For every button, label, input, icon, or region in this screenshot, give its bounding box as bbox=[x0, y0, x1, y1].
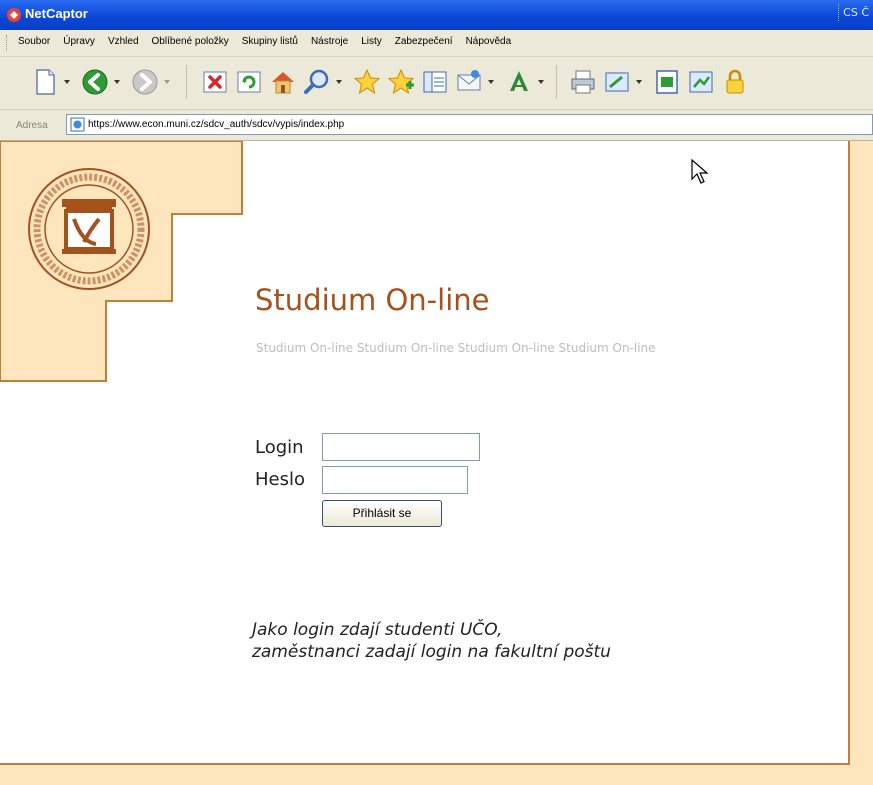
forward-dropdown-icon[interactable] bbox=[164, 79, 170, 85]
search-dropdown-icon[interactable] bbox=[336, 79, 342, 85]
menu-item-napoveda[interactable]: Nápověda bbox=[466, 36, 512, 47]
address-input[interactable]: https://www.econ.muni.cz/sdcv_auth/sdcv/… bbox=[66, 114, 873, 135]
refresh-icon[interactable] bbox=[234, 67, 264, 97]
menu-item-listy[interactable]: Listy bbox=[361, 36, 382, 47]
window-title: NetCaptor bbox=[25, 6, 88, 21]
back-icon[interactable] bbox=[80, 67, 110, 97]
address-bar: Adresa https://www.econ.muni.cz/sdcv_aut… bbox=[0, 110, 873, 141]
mouse-pointer-icon bbox=[690, 158, 710, 185]
bottom-border-strip bbox=[0, 763, 850, 785]
netcaptor-app-icon bbox=[6, 7, 22, 23]
new-page-icon[interactable] bbox=[30, 67, 60, 97]
edit-page-icon[interactable] bbox=[602, 67, 632, 97]
edit-dropdown-icon[interactable] bbox=[636, 79, 642, 85]
history-panel-icon[interactable] bbox=[420, 67, 450, 97]
menu-item-nastroje[interactable]: Nástroje bbox=[311, 36, 348, 47]
menu-item-oblibene[interactable]: Oblíbené položky bbox=[152, 36, 229, 47]
language-indicator[interactable]: CS Č bbox=[838, 4, 873, 21]
login-label: Login bbox=[255, 437, 304, 458]
menu-item-skupiny[interactable]: Skupiny listů bbox=[242, 36, 298, 47]
sync-icon[interactable] bbox=[686, 67, 716, 97]
address-url[interactable]: https://www.econ.muni.cz/sdcv_auth/sdcv/… bbox=[88, 119, 344, 130]
add-favorite-icon[interactable] bbox=[386, 67, 416, 97]
font-size-dropdown-icon[interactable] bbox=[538, 79, 544, 85]
menu-item-vzhled[interactable]: Vzhled bbox=[108, 36, 139, 47]
font-size-icon[interactable] bbox=[504, 67, 534, 97]
menu-bar: Soubor Úpravy Vzhled Oblíbené položky Sk… bbox=[0, 30, 873, 57]
login-input[interactable] bbox=[322, 433, 480, 461]
new-page-dropdown-icon[interactable] bbox=[64, 79, 70, 85]
search-icon[interactable] bbox=[302, 67, 332, 97]
address-label: Adresa bbox=[16, 120, 48, 131]
title-bar: NetCaptor CS Č bbox=[0, 0, 873, 30]
toolbar bbox=[0, 57, 873, 110]
toolbar-separator bbox=[186, 65, 187, 99]
page-globe-icon bbox=[70, 117, 85, 132]
web-page: Studium On-line Studium On-line Studium … bbox=[0, 141, 873, 785]
login-note: Jako login zdají studenti UČO, zaměstnan… bbox=[252, 619, 611, 663]
faculty-seal-logo bbox=[24, 164, 154, 294]
menu-item-soubor[interactable]: Soubor bbox=[18, 36, 50, 47]
right-border-strip bbox=[848, 141, 873, 785]
menu-item-upravy[interactable]: Úpravy bbox=[63, 36, 95, 47]
print-icon[interactable] bbox=[568, 67, 598, 97]
menu-item-zabezpeceni[interactable]: Zabezpečení bbox=[395, 36, 453, 47]
password-input[interactable] bbox=[322, 466, 468, 494]
page-heading: Studium On-line bbox=[255, 283, 490, 317]
forward-icon[interactable] bbox=[130, 67, 160, 97]
security-lock-icon[interactable] bbox=[720, 67, 750, 97]
stop-icon[interactable] bbox=[200, 67, 230, 97]
password-label: Heslo bbox=[255, 469, 306, 490]
toolbar-separator-2 bbox=[556, 65, 557, 99]
page-subheading: Studium On-line Studium On-line Studium … bbox=[256, 341, 656, 355]
login-note-line-1: Jako login zdají studenti UČO, bbox=[252, 620, 503, 640]
login-note-line-2: zaměstnanci zadají login na fakultní poš… bbox=[252, 642, 611, 662]
page-icon[interactable] bbox=[652, 67, 682, 97]
back-dropdown-icon[interactable] bbox=[114, 79, 120, 85]
mail-icon[interactable] bbox=[454, 67, 484, 97]
menu-grip bbox=[6, 35, 9, 51]
home-icon[interactable] bbox=[268, 67, 298, 97]
mail-dropdown-icon[interactable] bbox=[488, 79, 494, 85]
favorites-star-icon[interactable] bbox=[352, 67, 382, 97]
menu-list: Soubor Úpravy Vzhled Oblíbené položky Sk… bbox=[18, 36, 511, 47]
login-submit-button[interactable]: Přihlásit se bbox=[322, 500, 442, 527]
